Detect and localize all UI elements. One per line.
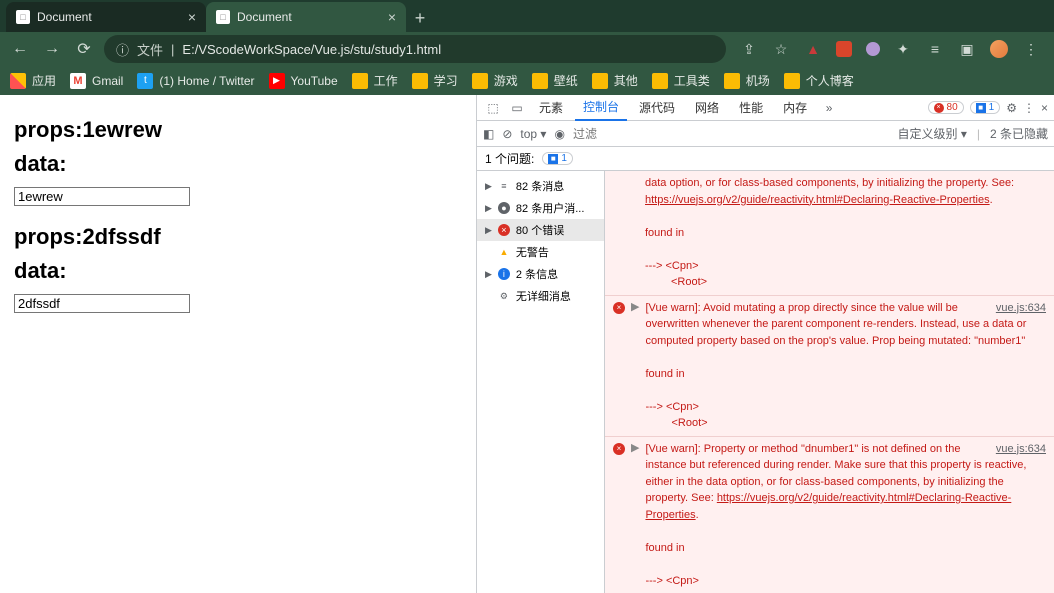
issues-label: 1 个问题: [485,150,534,167]
tab-title: Document [237,10,292,24]
ext-icon[interactable]: ▲ [804,40,822,58]
error-count-badge[interactable]: ×80 [928,101,964,114]
console-entry: data option, or for class-based componen… [605,171,1054,295]
bookmark-folder[interactable]: 工具类 [652,72,710,89]
panel-icon[interactable]: ▣ [958,40,976,58]
clear-console-icon[interactable]: ⊘ [502,127,512,141]
heading-props2: props:2dfssdf [14,224,462,250]
close-icon[interactable]: × [388,9,396,25]
close-icon[interactable]: × [188,9,196,25]
tab-strip: □ Document × □ Document × + [0,0,1054,32]
inspect-icon[interactable]: ⬚ [483,101,503,115]
browser-tab-1[interactable]: □ Document × [206,2,406,32]
reload-button[interactable]: ⟳ [72,37,96,61]
console-sidebar: ▶≡82 条消息 ▶●82 条用户消... ▶×80 个错误 ▶▲无警告 ▶i2… [477,171,605,593]
bookmark-gmail[interactable]: MGmail [70,73,123,89]
bookmark-folder[interactable]: 其他 [592,72,638,89]
bookmark-youtube[interactable]: ▶YouTube [269,73,338,89]
avatar[interactable] [990,40,1008,58]
sidebar-verbose[interactable]: ▶⚙无详细消息 [477,285,604,307]
tab-performance[interactable]: 性能 [731,95,771,121]
issues-bar: 1 个问题: ■1 [477,147,1054,171]
console-filter-bar: ◧ ⊘ top ▾ ◉ 自定义级别 ▾ | 2 条已隐藏 [477,121,1054,147]
more-tabs-icon[interactable]: » [819,101,839,115]
tab-network[interactable]: 网络 [687,95,727,121]
bookmark-folder[interactable]: 学习 [412,72,458,89]
sidebar-warnings[interactable]: ▶▲无警告 [477,241,604,263]
sidebar-info[interactable]: ▶i2 条信息 [477,263,604,285]
source-link[interactable]: vue.js:634 [996,441,1046,458]
ext-icon[interactable] [836,41,852,57]
info-icon[interactable]: ⓘ [116,40,129,59]
page-icon: □ [16,10,30,24]
device-icon[interactable]: ▭ [507,101,527,115]
hidden-count[interactable]: 2 条已隐藏 [990,125,1048,142]
reading-list-icon[interactable]: ≡ [926,40,944,58]
bookmark-folder[interactable]: 游戏 [472,72,518,89]
share-icon[interactable]: ⇪ [740,40,758,58]
tab-elements[interactable]: 元素 [531,95,571,121]
info-count-badge[interactable]: ■1 [970,101,1001,114]
page-icon: □ [216,10,230,24]
close-devtools-icon[interactable]: × [1041,101,1048,115]
error-icon: × [613,443,625,455]
menu-icon[interactable]: ⋮ [1022,40,1040,58]
devtools: ⬚ ▭ 元素 控制台 源代码 网络 性能 内存 » ×80 ■1 ⚙ ⋮ × ◧ [476,95,1054,593]
tab-console[interactable]: 控制台 [575,95,627,121]
live-expression-icon[interactable]: ◉ [554,127,564,141]
expand-icon[interactable]: ▶ [631,300,639,432]
heading-data2: data: [14,258,462,284]
new-tab-button[interactable]: + [406,4,434,32]
bookmark-folder[interactable]: 机场 [724,72,770,89]
bookmark-folder[interactable]: 壁纸 [532,72,578,89]
bookmark-apps[interactable]: 应用 [10,72,56,89]
browser-tab-0[interactable]: □ Document × [6,2,206,32]
context-selector[interactable]: top ▾ [520,127,546,141]
back-button[interactable]: ← [8,37,32,61]
sidebar-user[interactable]: ▶●82 条用户消... [477,197,604,219]
heading-data1: data: [14,151,462,177]
doc-link[interactable]: https://vuejs.org/v2/guide/reactivity.ht… [645,194,990,206]
sidebar-toggle-icon[interactable]: ◧ [483,127,494,141]
more-icon[interactable]: ⋮ [1023,101,1035,115]
issues-badge[interactable]: ■1 [542,152,573,165]
page-body: props:1ewrew data: props:2dfssdf data: [0,95,476,593]
addr-prefix: 文件 [137,40,163,59]
addr-url: E:/VScodeWorkSpace/Vue.js/stu/study1.htm… [182,42,441,57]
tab-memory[interactable]: 内存 [775,95,815,121]
forward-button[interactable]: → [40,37,64,61]
tab-title: Document [37,10,92,24]
error-icon: × [613,302,625,314]
extensions-icon[interactable]: ✦ [894,40,912,58]
toolbar: ← → ⟳ ⓘ 文件 | E:/VScodeWorkSpace/Vue.js/s… [0,32,1054,66]
log-level-selector[interactable]: 自定义级别 ▾ [897,125,966,142]
tab-sources[interactable]: 源代码 [631,95,683,121]
ext-icon[interactable] [866,42,880,56]
devtools-tabs: ⬚ ▭ 元素 控制台 源代码 网络 性能 内存 » ×80 ■1 ⚙ ⋮ × [477,95,1054,121]
expand-icon[interactable]: ▶ [631,441,639,590]
sidebar-messages[interactable]: ▶≡82 条消息 [477,175,604,197]
console-output: data option, or for class-based componen… [605,171,1054,593]
console-entry: × ▶ vue.js:634 [Vue warn]: Avoid mutatin… [605,295,1054,436]
filter-input[interactable] [573,127,643,141]
settings-icon[interactable]: ⚙ [1006,101,1017,115]
heading-props1: props:1ewrew [14,117,462,143]
bookmark-twitter[interactable]: t(1) Home / Twitter [137,73,254,89]
console-entry: × ▶ vue.js:634 [Vue warn]: Property or m… [605,436,1054,593]
star-icon[interactable]: ☆ [772,40,790,58]
sidebar-errors[interactable]: ▶×80 个错误 [477,219,604,241]
address-bar[interactable]: ⓘ 文件 | E:/VScodeWorkSpace/Vue.js/stu/stu… [104,35,726,63]
source-link[interactable]: vue.js:634 [996,300,1046,317]
input-2[interactable] [14,294,190,313]
bookmark-bar: 应用 MGmail t(1) Home / Twitter ▶YouTube 工… [0,67,1054,96]
bookmark-folder[interactable]: 工作 [352,72,398,89]
input-1[interactable] [14,187,190,206]
bookmark-folder[interactable]: 个人博客 [784,72,854,89]
